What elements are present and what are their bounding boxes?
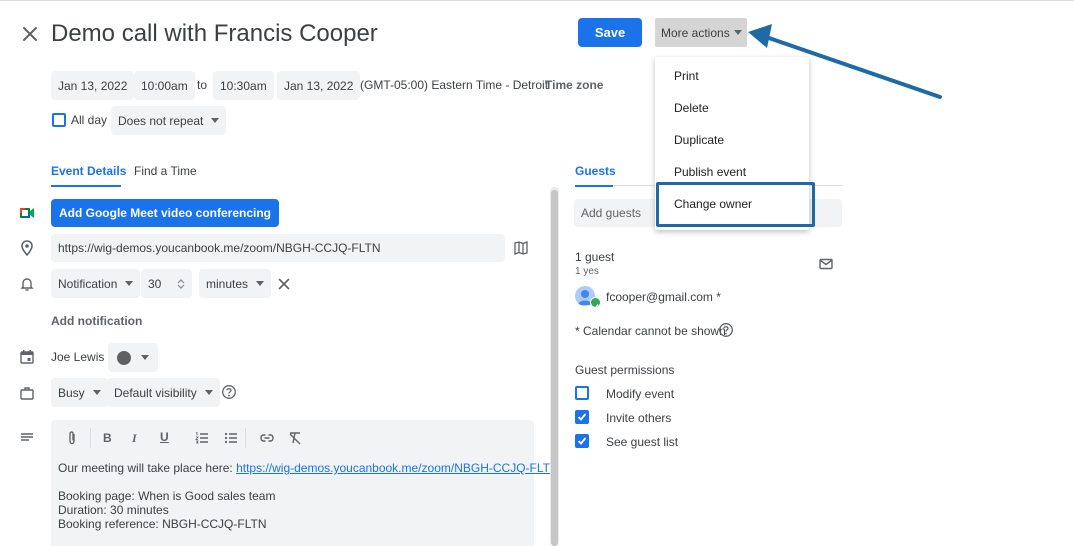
guests-tab-indicator	[575, 185, 613, 187]
chevron-down-icon	[204, 390, 213, 395]
google-meet-icon	[19, 205, 35, 221]
chevron-down-icon	[141, 355, 149, 360]
description-line-1-text: Our meeting will take place here:	[58, 461, 237, 475]
description-line-3: Duration: 30 minutes	[58, 503, 169, 517]
bell-icon	[19, 276, 35, 292]
event-title[interactable]: Demo call with Francis Cooper	[51, 20, 378, 48]
notification-amount-input[interactable]: 30	[141, 269, 192, 298]
close-icon[interactable]	[18, 22, 42, 46]
tab-event-details[interactable]: Event Details	[51, 164, 126, 178]
help-icon[interactable]	[718, 322, 734, 338]
change-owner-highlight	[656, 182, 815, 227]
notification-unit-value: minutes	[206, 276, 249, 291]
description-line-1: Our meeting will take place here: https:…	[58, 461, 559, 475]
end-date-field[interactable]: Jan 13, 2022	[277, 71, 361, 100]
availability-select[interactable]: Busy	[51, 378, 108, 407]
menu-item-publish-event[interactable]: Publish event	[674, 165, 746, 179]
menu-item-print[interactable]: Print	[674, 69, 699, 83]
notification-unit-select[interactable]: minutes	[199, 269, 272, 298]
all-day-checkbox[interactable]	[52, 113, 66, 127]
start-date-field[interactable]: Jan 13, 2022	[51, 71, 135, 100]
add-meet-button[interactable]: Add Google Meet video conferencing	[51, 199, 279, 227]
more-actions-label: More actions	[661, 25, 730, 40]
calendar-color-select[interactable]	[108, 343, 158, 372]
calendar-color-dot	[117, 350, 131, 365]
underline-icon[interactable]: U	[160, 430, 169, 444]
invite-others-checkbox[interactable]	[575, 410, 589, 424]
end-time-field[interactable]: 10:30am	[213, 71, 274, 100]
tab-guests: Guests	[575, 164, 616, 178]
location-pin-icon	[19, 240, 35, 257]
availability-value: Busy	[58, 385, 85, 400]
top-divider	[0, 0, 1074, 1]
toolbar-divider	[245, 428, 246, 448]
bulleted-list-icon[interactable]	[223, 430, 239, 446]
check-icon	[577, 413, 587, 421]
timezone-link[interactable]: Time zone	[545, 78, 603, 92]
guest-permissions-title: Guest permissions	[575, 363, 675, 377]
description-meeting-link[interactable]: https://wig-demos.youcanbook.me/zoom/NBG…	[236, 461, 559, 475]
notification-type-select[interactable]: Notification	[51, 269, 141, 298]
chevron-down-icon	[125, 281, 134, 286]
repeat-value: Does not repeat	[118, 113, 204, 128]
visibility-select[interactable]: Default visibility	[107, 378, 220, 407]
stepper-icon[interactable]	[177, 278, 185, 290]
tab-find-a-time[interactable]: Find a Time	[134, 164, 197, 178]
modify-event-checkbox[interactable]	[575, 386, 589, 400]
attachment-icon[interactable]	[64, 430, 80, 446]
bold-icon[interactable]: B	[103, 431, 112, 445]
guest-count: 1 guest	[575, 250, 615, 264]
guest-rsvp-count: 1 yes	[575, 266, 599, 277]
clear-formatting-icon[interactable]	[287, 430, 303, 446]
description-icon	[19, 430, 35, 446]
calendar-icon	[19, 349, 35, 365]
numbered-list-icon[interactable]	[194, 430, 210, 446]
active-tab-indicator	[51, 185, 121, 187]
chevron-down-icon	[92, 390, 101, 395]
link-icon[interactable]	[259, 430, 275, 446]
timezone-label: (GMT-05:00) Eastern Time - Detroit	[360, 78, 549, 92]
accepted-check-icon	[590, 297, 601, 310]
invite-others-label: Invite others	[606, 411, 672, 425]
description-line-2: Booking page: When is Good sales team	[58, 489, 276, 503]
modify-event-label: Modify event	[606, 387, 675, 401]
location-input[interactable]: https://wig-demos.youcanbook.me/zoom/NBG…	[51, 234, 505, 262]
see-guest-list-checkbox[interactable]	[575, 434, 589, 448]
to-label: to	[197, 78, 208, 92]
map-icon[interactable]	[513, 240, 529, 256]
toolbar-divider	[90, 428, 91, 448]
email-guests-icon[interactable]	[818, 256, 834, 272]
description-line-4: Booking reference: NBGH-CCJQ-FLTN	[58, 517, 267, 531]
visibility-value: Default visibility	[114, 385, 197, 400]
scrollbar-thumb[interactable]	[551, 190, 558, 546]
chevron-down-icon	[256, 281, 265, 286]
save-button[interactable]: Save	[578, 18, 642, 47]
all-day-label: All day	[71, 113, 108, 127]
repeat-select[interactable]: Does not repeat	[111, 106, 227, 135]
check-icon	[577, 437, 587, 445]
briefcase-icon	[19, 385, 35, 401]
chevron-down-icon	[211, 118, 220, 123]
menu-item-duplicate[interactable]: Duplicate	[674, 133, 724, 147]
notification-type-value: Notification	[58, 276, 118, 291]
start-time-field[interactable]: 10:00am	[134, 71, 195, 100]
calendar-note: * Calendar cannot be shown	[575, 324, 726, 338]
see-guest-list-label: See guest list	[606, 435, 679, 449]
help-icon[interactable]	[221, 384, 237, 400]
remove-notification-icon[interactable]	[276, 276, 292, 292]
notification-amount-value: 30	[148, 276, 162, 291]
menu-item-delete[interactable]: Delete	[674, 101, 709, 115]
calendar-owner-label: Joe Lewis	[51, 350, 105, 364]
add-notification-link[interactable]: Add notification	[51, 314, 142, 328]
more-actions-button[interactable]: More actions	[655, 18, 747, 47]
annotation-arrow	[748, 24, 942, 99]
italic-icon[interactable]: I	[132, 431, 137, 446]
guest-email: fcooper@gmail.com *	[606, 290, 721, 304]
